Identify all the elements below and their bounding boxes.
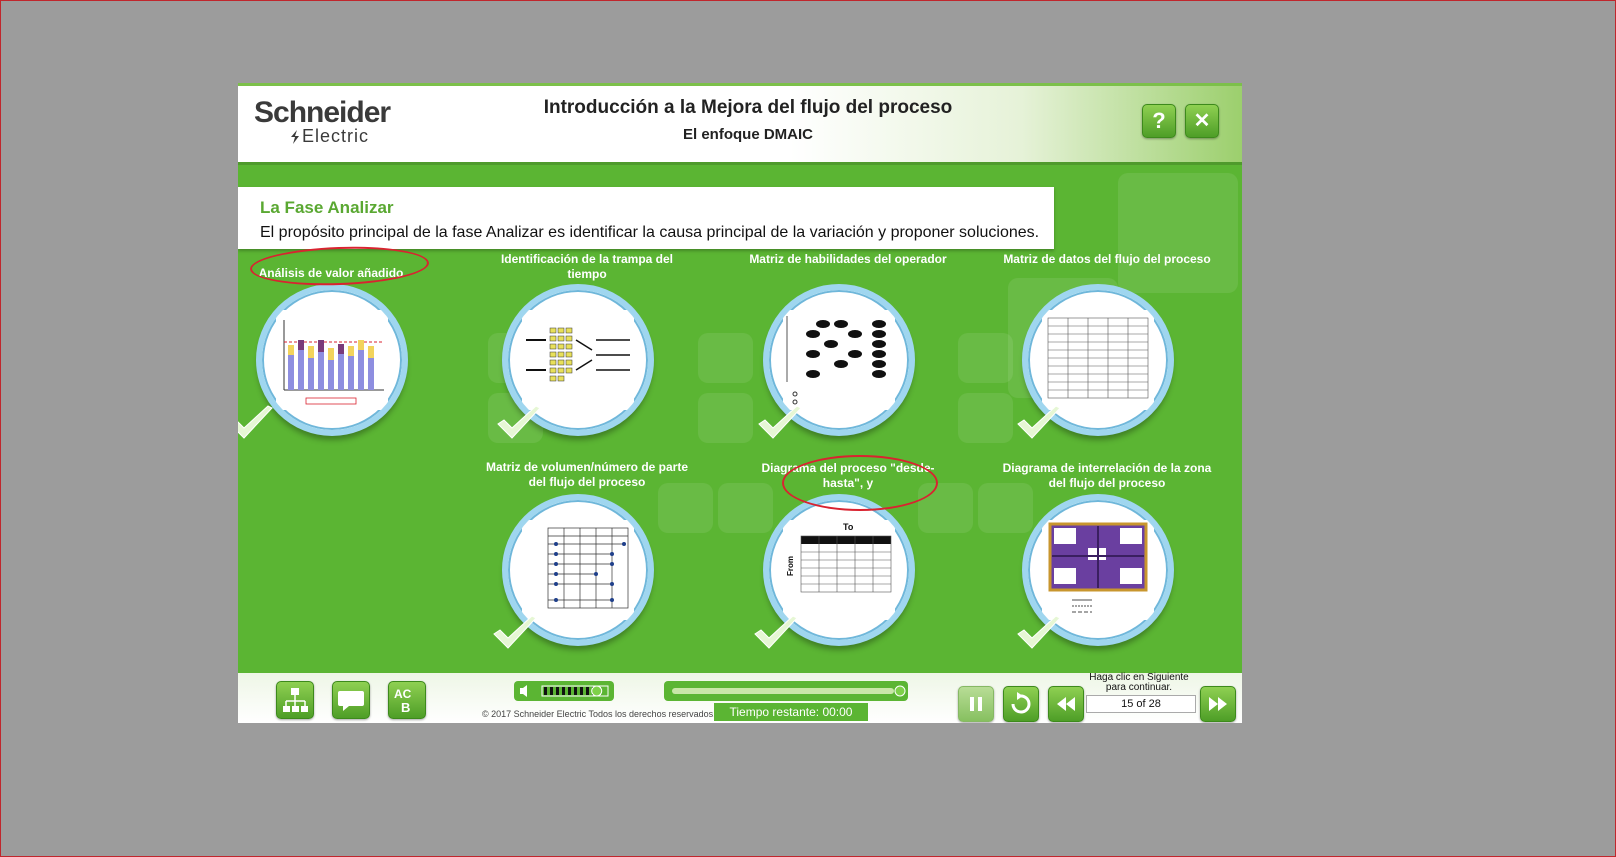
glossary-icon: AC B: [394, 687, 412, 715]
menu-button[interactable]: [276, 681, 314, 719]
volume-bar: [556, 687, 559, 695]
topic-item-time-trap[interactable]: Identificación de la trampa del tiempo: [482, 252, 712, 462]
volume-bar: [574, 687, 577, 695]
logo-wordmark: Schneider: [254, 96, 391, 129]
section-title: La Fase Analizar: [260, 198, 394, 217]
volume-bar: [562, 687, 565, 695]
continue-hint: Haga clic en Siguiente para continuar.: [1089, 672, 1189, 693]
topic-label: Matriz de volumen/número de parte del fl…: [485, 460, 689, 489]
replay-button[interactable]: [1003, 686, 1039, 722]
volume-bar: [544, 687, 547, 695]
intro-panel: La Fase Analizar El propósito principal …: [238, 187, 1054, 249]
completed-check-icon: [1017, 615, 1061, 649]
seek-knob: [894, 685, 906, 697]
rewind-icon: [1057, 697, 1075, 711]
topic-item-value-analysis[interactable]: Análisis de valor añadido: [238, 262, 446, 472]
course-player: Schneider Electric Introducción a la Mej…: [238, 83, 1242, 723]
completed-check-icon: [497, 405, 541, 439]
next-button[interactable]: [1200, 686, 1236, 722]
pause-icon: [970, 697, 982, 711]
svg-text:To: To: [843, 522, 854, 532]
logo-mark-icon: [291, 130, 299, 144]
sitemap-icon: [283, 688, 308, 712]
topic-item-flow-data-matrix[interactable]: Matriz de datos del flujo del proceso: [1002, 252, 1232, 462]
bar-chart-thumbnail-icon: [256, 284, 408, 436]
topic-label: Identificación de la trampa del tiempo: [500, 252, 674, 281]
topic-label: Diagrama de interrelación de la zona del…: [1002, 461, 1212, 490]
page-counter: 15 of 28: [1086, 695, 1196, 713]
section-description: El propósito principal de la fase Analiz…: [260, 224, 1040, 241]
topic-label: Matriz de datos del flujo del proceso: [1003, 252, 1211, 266]
seek-bar[interactable]: [664, 681, 908, 701]
pause-button[interactable]: [958, 686, 994, 722]
svg-text:AC: AC: [394, 687, 412, 701]
topic-item-operator-skills[interactable]: Matriz de habilidades del operador: [743, 252, 973, 462]
course-subtitle: El enfoque DMAIC: [683, 126, 813, 143]
volume-bar: [580, 687, 583, 695]
replay-icon: [1011, 692, 1031, 714]
completed-check-icon: [758, 405, 802, 439]
volume-bar: [586, 687, 589, 695]
fast-forward-icon: [1209, 697, 1227, 711]
time-remaining-value: 00:00: [822, 705, 853, 719]
close-icon: ✕: [1193, 110, 1211, 132]
topic-item-zone-interrelation[interactable]: Diagrama de interrelación de la zona del…: [1002, 461, 1232, 671]
course-header: Schneider Electric Introducción a la Mej…: [238, 83, 1242, 165]
completed-check-icon: [1017, 405, 1061, 439]
glossary-button[interactable]: AC B: [388, 681, 426, 719]
previous-button[interactable]: [1048, 686, 1084, 722]
topic-item-volume-matrix[interactable]: Matriz de volumen/número de parte del fl…: [482, 460, 712, 670]
speech-bubble-icon: [338, 691, 364, 711]
svg-text:B: B: [401, 700, 410, 715]
completed-check-icon: [493, 615, 537, 649]
time-remaining: Tiempo restante: 00:00: [714, 703, 868, 721]
close-button[interactable]: ✕: [1185, 104, 1219, 138]
course-title: Introducción a la Mejora del flujo del p…: [543, 97, 953, 118]
volume-bar: [550, 687, 553, 695]
volume-slider: [520, 685, 609, 697]
volume-control[interactable]: [514, 681, 614, 701]
player-controls: AC B © 2017 Schneider Electric Todos los…: [238, 673, 1242, 723]
schneider-electric-logo: Schneider Electric: [254, 98, 404, 150]
annotation-ellipse: [782, 455, 938, 511]
completed-check-icon: [238, 405, 273, 439]
help-button[interactable]: ?: [1142, 104, 1176, 138]
copyright-text: © 2017 Schneider Electric Todos los dere…: [482, 709, 716, 719]
help-icon: ?: [1152, 108, 1166, 133]
svg-text:From: From: [786, 556, 795, 576]
completed-check-icon: [754, 615, 798, 649]
transcript-button[interactable]: [332, 681, 370, 719]
logo-subtitle: Electric: [302, 126, 370, 146]
topic-label: Matriz de habilidades del operador: [749, 252, 947, 266]
time-remaining-label: Tiempo restante:: [729, 705, 820, 719]
volume-bar: [568, 687, 571, 695]
